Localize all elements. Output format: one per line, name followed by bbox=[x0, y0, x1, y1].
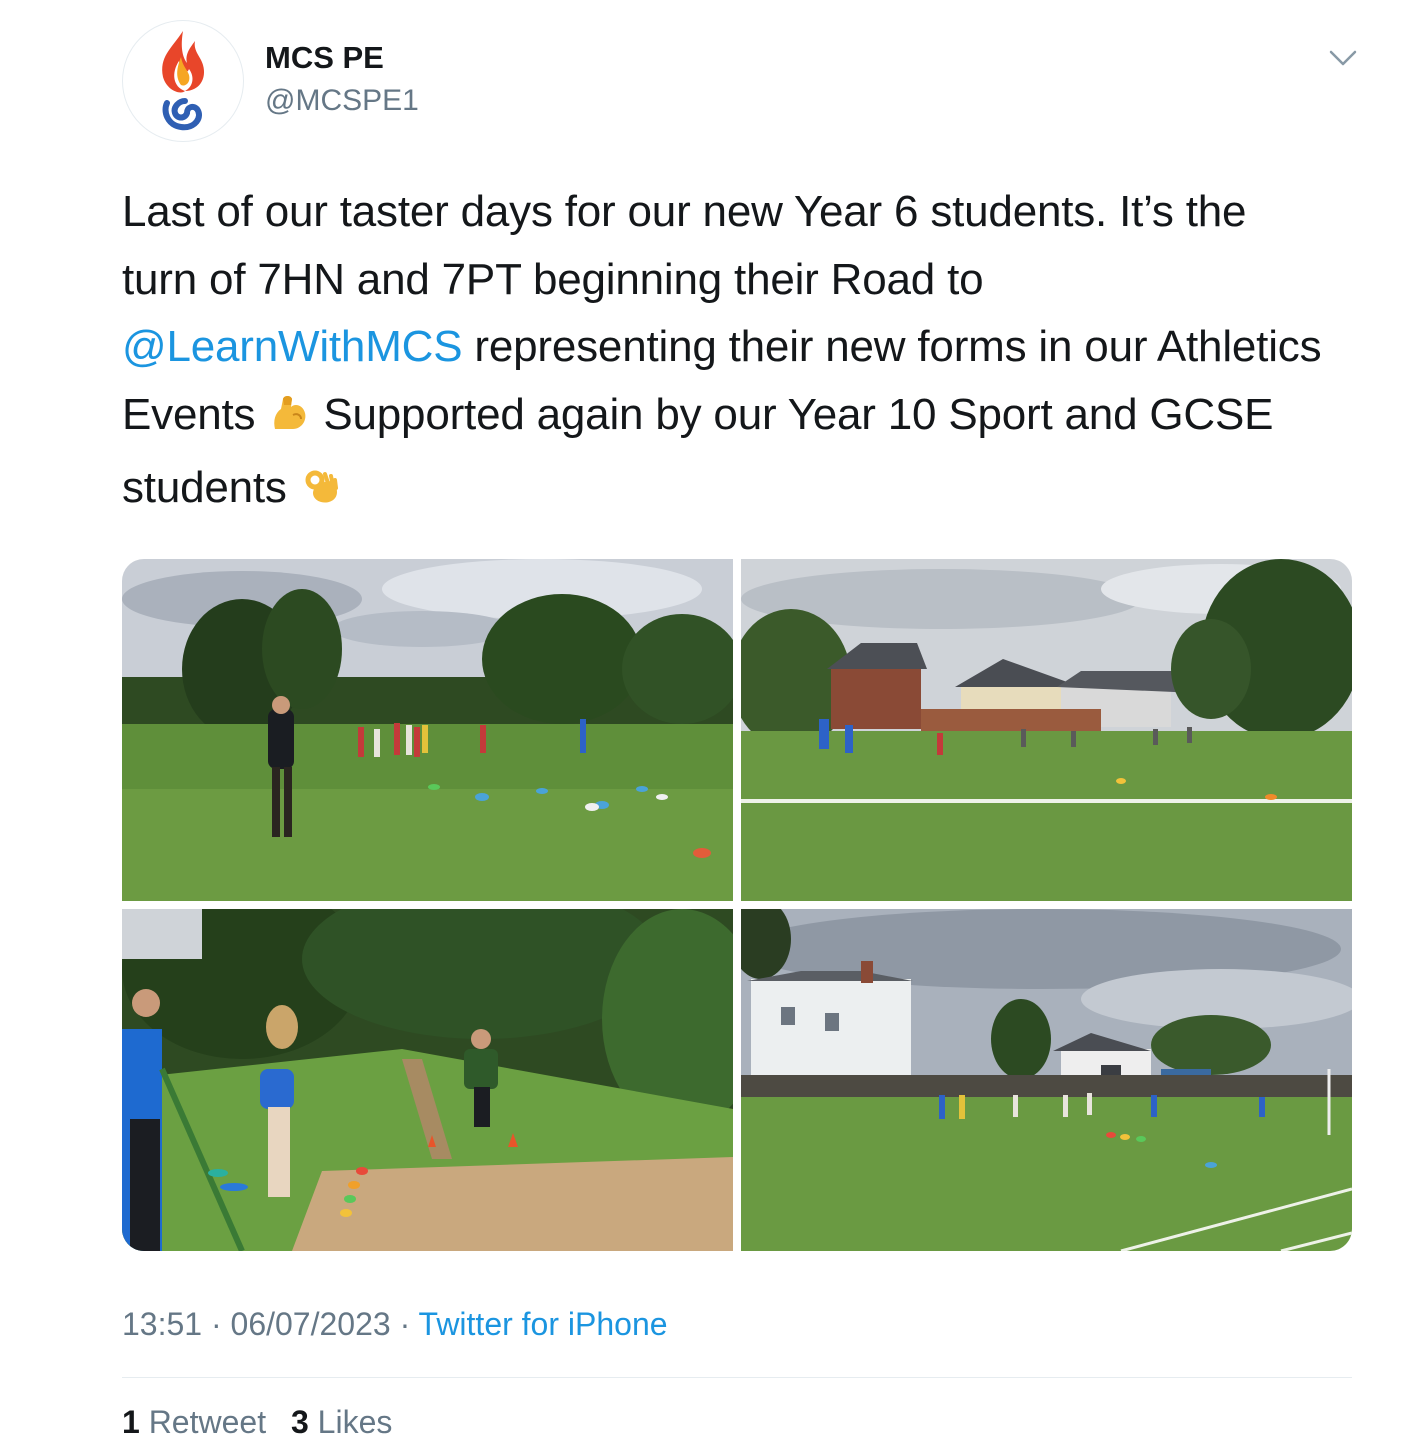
meta-separator: · bbox=[390, 1306, 419, 1342]
flame-logo-icon bbox=[162, 31, 205, 131]
likes-count: 3 bbox=[290, 1404, 309, 1440]
photo-long-jump-sandpit[interactable] bbox=[122, 909, 733, 1251]
mention-link[interactable]: @LearnWithMCS bbox=[122, 322, 463, 371]
tweet-menu-button[interactable] bbox=[1327, 46, 1359, 70]
author-display-name[interactable]: MCS PE bbox=[265, 40, 384, 76]
retweets-stat[interactable]: 1 Retweet bbox=[122, 1404, 266, 1440]
divider bbox=[122, 1377, 1352, 1378]
tweet-meta: 13:51 · 06/07/2023 · Twitter for iPhone bbox=[122, 1306, 668, 1343]
media-grid bbox=[122, 559, 1352, 1251]
photo-field-with-houses[interactable] bbox=[741, 559, 1352, 901]
tweet-stats: 1 Retweet 3 Likes bbox=[122, 1404, 408, 1441]
retweets-count: 1 bbox=[122, 1404, 140, 1440]
likes-stat[interactable]: 3 Likes bbox=[291, 1404, 392, 1440]
retweets-label: Retweet bbox=[148, 1404, 267, 1440]
tweet-source-link[interactable]: Twitter for iPhone bbox=[419, 1306, 668, 1342]
chevron-down-icon bbox=[1329, 50, 1357, 66]
photo-athletics-field-group[interactable] bbox=[122, 559, 733, 901]
ok-hand-emoji bbox=[299, 460, 343, 528]
tweet-date[interactable]: 06/07/2023 bbox=[231, 1306, 391, 1342]
avatar[interactable] bbox=[122, 20, 244, 142]
flexed-biceps-emoji bbox=[267, 387, 311, 455]
likes-label: Likes bbox=[317, 1404, 393, 1440]
tweet-text: Last of our taster days for our new Year… bbox=[122, 178, 1322, 528]
tweet-time[interactable]: 13:51 bbox=[122, 1306, 202, 1342]
tweet-text-part: Last of our taster days for our new Year… bbox=[122, 187, 1247, 304]
author-handle[interactable]: @MCSPE1 bbox=[265, 84, 419, 118]
photo-field-with-white-house[interactable] bbox=[741, 909, 1352, 1251]
meta-separator: · bbox=[202, 1306, 231, 1342]
